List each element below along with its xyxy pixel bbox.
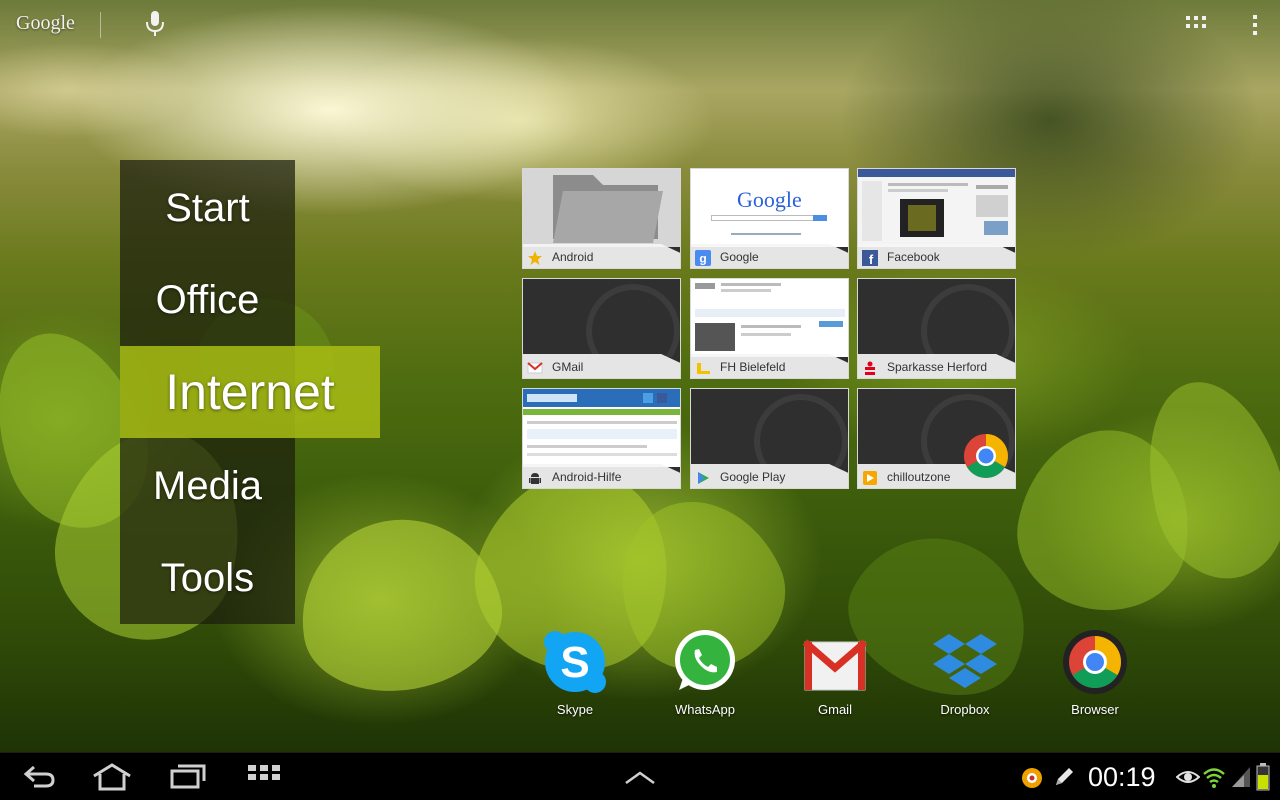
bookmark-label-bar: g Google [691,244,848,268]
apps-grid-icon[interactable] [1186,16,1206,32]
menu-item-internet[interactable]: Internet [120,346,380,438]
android-favicon [529,473,541,484]
bookmark-tile[interactable]: Google Play [690,388,849,489]
menu-item-media[interactable]: Media [120,440,295,532]
google-logo[interactable]: Google [16,12,75,35]
bookmark-label: Android [552,250,594,264]
bookmark-label: FH Bielefeld [720,360,786,374]
bookmark-thumbnail [858,169,1015,247]
google-thumb-searchbox [711,215,821,221]
bookmark-tile[interactable]: Android-Hilfe [522,388,681,489]
bookmark-label: chilloutzone [887,470,951,484]
bookmark-label: Facebook [887,250,940,264]
chevron-up-icon[interactable] [624,769,656,787]
bookmark-thumbnail [523,279,680,378]
bookmark-tile[interactable]: FH Bielefeld [690,278,849,379]
menu-item-tools[interactable]: Tools [120,532,295,624]
bookmark-label-bar: Sparkasse Herford [858,354,1015,378]
dock-label: Skype [556,702,594,717]
bookmark-thumbnail: Google [691,169,848,247]
dock-app-skype[interactable]: S Skype [520,628,630,723]
bookmark-thumbnail [523,169,680,247]
google-favicon: g [695,250,711,266]
bookmark-tile[interactable]: f Facebook [857,168,1016,269]
sparkasse-favicon [865,361,875,375]
back-icon[interactable] [22,763,56,789]
gmail-icon [802,639,868,691]
bookmark-label-bar: f Facebook [858,244,1015,268]
svg-text:S: S [560,638,589,687]
menu-item-office[interactable]: Office [120,254,295,346]
category-menu: Start Office Internet Media Tools [120,160,380,624]
dropbox-icon [933,634,997,688]
dock-label: WhatsApp [675,702,735,717]
notification-icon[interactable] [1020,766,1044,790]
eye-icon [1176,771,1200,783]
dock-app-whatsapp[interactable]: WhatsApp [650,628,760,723]
google-thumb-links [731,233,801,235]
bookmark-thumbnail [523,389,680,467]
bookmark-label: GMail [552,360,584,374]
dock-app-gmail[interactable]: Gmail [780,628,890,723]
bookmarks-widget: Android Google g Google f Facebook GMail… [522,168,1017,489]
star-icon [528,251,542,265]
clock[interactable]: 00:19 [1088,762,1156,793]
dock-label: Dropbox [940,702,990,717]
bookmark-label: Android-Hilfe [552,470,622,484]
signal-icon [1232,767,1250,787]
chrome-icon [1063,630,1127,694]
mic-icon[interactable] [144,10,166,38]
overflow-menu-icon[interactable] [1250,14,1260,36]
battery-icon [1256,763,1270,791]
home-icon[interactable] [92,763,132,791]
bookmark-label-bar: Android-Hilfe [523,464,680,488]
chilloutzone-favicon [863,471,877,485]
dock-app-dropbox[interactable]: Dropbox [910,628,1020,723]
bookmark-thumbnail [691,389,848,488]
bookmark-thumbnail [691,279,848,357]
system-navigation-bar: 00:19 [0,752,1280,800]
bookmark-tile[interactable]: Google g Google [690,168,849,269]
wifi-icon [1203,768,1225,788]
search-bar-divider [100,12,101,38]
svg-text:f: f [869,252,874,266]
play-favicon [698,472,709,484]
google-thumb-button [813,215,827,221]
google-search-bar[interactable]: Google [0,0,1280,50]
whatsapp-icon [675,630,735,690]
bookmark-label-bar: FH Bielefeld [691,354,848,378]
bookmark-label: Google [720,250,759,264]
pen-icon[interactable] [1052,765,1076,789]
svg-text:g: g [699,252,706,266]
skype-icon: S [544,631,606,693]
bookmark-tile[interactable]: Android [522,168,681,269]
dock-label: Browser [1071,702,1119,717]
chrome-widget-badge-icon [964,434,1008,478]
bookmark-label-bar: Android [523,244,680,268]
gmail-favicon [527,362,543,374]
dock-label: Gmail [818,702,852,717]
fh-bielefeld-favicon [697,363,710,374]
google-thumb-logo: Google [737,187,802,212]
app-drawer-icon[interactable] [248,765,280,789]
dock-app-browser[interactable]: Browser [1040,628,1150,723]
bookmark-label: Sparkasse Herford [887,360,988,374]
bookmark-label-bar: GMail [523,354,680,378]
bookmark-thumbnail [858,279,1015,378]
bookmark-label: Google Play [720,470,786,484]
facebook-favicon: f [862,250,878,266]
menu-item-start[interactable]: Start [120,162,295,254]
bookmark-label-bar: Google Play [691,464,848,488]
recent-apps-icon[interactable] [170,763,206,789]
bookmark-tile[interactable]: GMail [522,278,681,379]
bookmark-tile[interactable]: Sparkasse Herford [857,278,1016,379]
